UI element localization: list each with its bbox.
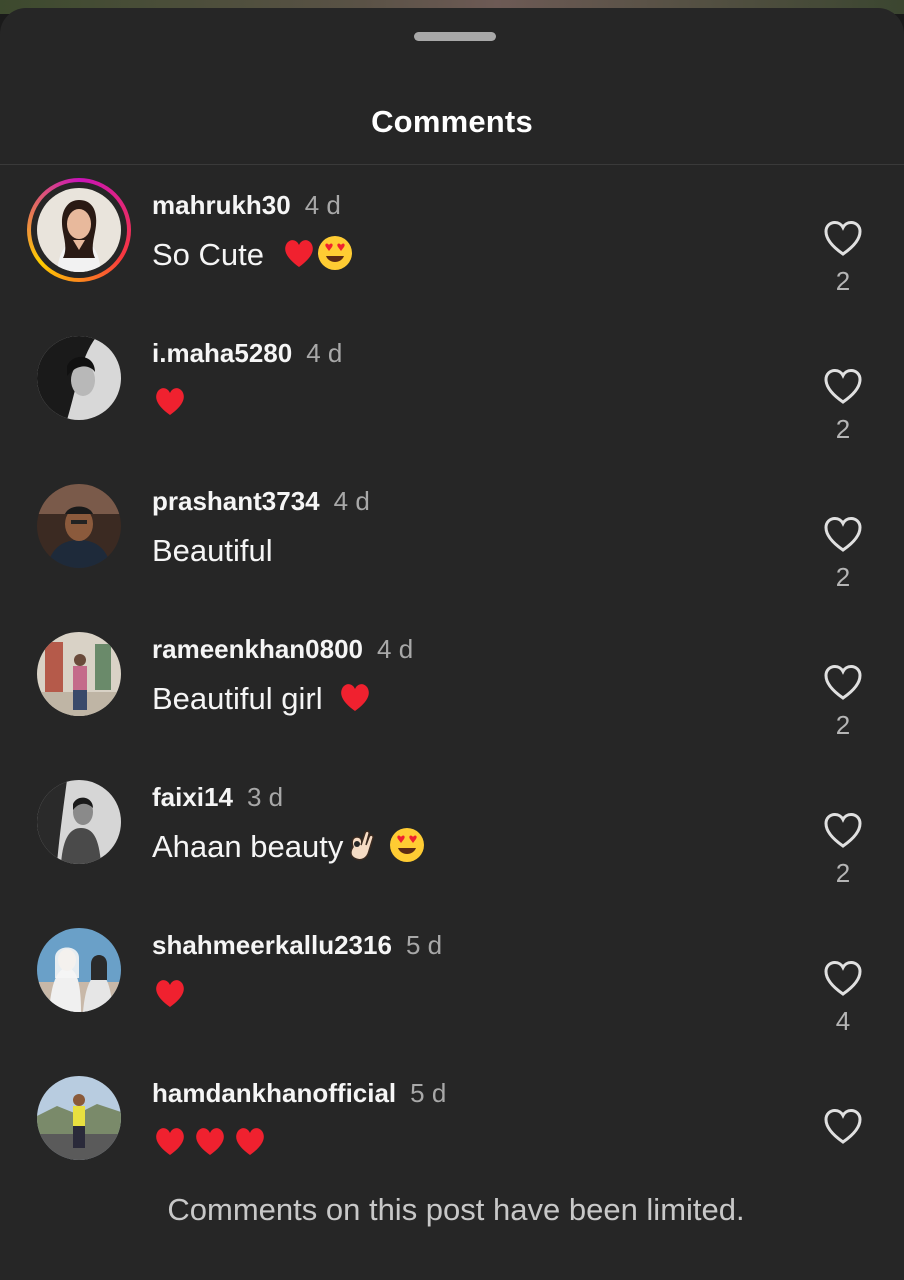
page-title: Comments: [371, 104, 533, 139]
heart-outline-icon[interactable]: [822, 366, 864, 408]
red-heart-emoji: [236, 1128, 264, 1155]
username[interactable]: shahmeerkallu2316: [152, 930, 392, 960]
comment-text: Beautiful girl: [152, 678, 373, 720]
comment-text-content: Beautiful girl: [152, 681, 323, 716]
comment-time: 4 d: [333, 486, 370, 516]
red-heart-emoji: [156, 388, 184, 415]
like-count: 4: [835, 1006, 851, 1036]
comment-time: 4 d: [306, 338, 343, 368]
avatar[interactable]: [37, 1076, 121, 1160]
comment-meta: faixi14 3 d: [152, 780, 283, 814]
comment-item: mahrukh30 4 d So Cute 2: [0, 178, 904, 336]
comment-text: Ahaan beauty: [152, 826, 425, 868]
username[interactable]: i.maha5280: [152, 338, 292, 368]
comment-item: shahmeerkallu2316 5 d 4: [0, 928, 904, 1076]
comment-item: i.maha5280 4 d 2: [0, 336, 904, 484]
comments-sheet: Comments mahrukh30 4 d So Cute 2 i.maha5…: [0, 8, 904, 1280]
red-heart-emoji: [156, 980, 184, 1007]
heart-outline-icon[interactable]: [822, 810, 864, 852]
red-heart-emoji: [284, 240, 313, 267]
comment-text: [152, 1122, 268, 1164]
avatar: [37, 188, 121, 272]
comment-time: 4 d: [304, 190, 341, 220]
comment-time: 4 d: [377, 634, 414, 664]
comment-text-content: Ahaan beauty: [152, 829, 344, 864]
heart-outline-icon[interactable]: [822, 514, 864, 556]
like-count: 2: [835, 414, 851, 444]
comments-limited-notice: Comments on this post have been limited.: [167, 1192, 745, 1227]
like-count: 2: [835, 562, 851, 592]
heart-outline-icon[interactable]: [822, 958, 864, 1000]
heart-outline-icon[interactable]: [822, 1106, 864, 1148]
comment-meta: hamdankhanofficial 5 d: [152, 1076, 446, 1110]
red-heart-emoji: [341, 684, 370, 711]
username[interactable]: prashant3734: [152, 486, 320, 516]
comment-meta: mahrukh30 4 d: [152, 188, 341, 222]
comment-text: [152, 974, 188, 1016]
drag-handle[interactable]: [414, 32, 496, 41]
heart-eyes-emoji: [317, 236, 352, 270]
comment-text-content: So Cute: [152, 237, 265, 272]
username[interactable]: mahrukh30: [152, 190, 291, 220]
avatar[interactable]: [37, 632, 121, 716]
like-count: 2: [835, 710, 851, 740]
comment-text: So Cute: [152, 234, 353, 276]
ok-hand-emoji: [350, 830, 375, 861]
comment-text: [152, 382, 188, 424]
username[interactable]: hamdankhanofficial: [152, 1078, 396, 1108]
like-count: 2: [835, 858, 851, 888]
heart-outline-icon[interactable]: [822, 218, 864, 260]
red-heart-emoji: [156, 1128, 184, 1155]
comment-item: prashant3734 4 d Beautiful 2: [0, 484, 904, 632]
avatar[interactable]: [37, 336, 121, 420]
header-divider: [0, 164, 904, 165]
username[interactable]: rameenkhan0800: [152, 634, 363, 664]
avatar[interactable]: [37, 780, 121, 864]
comment-item: faixi14 3 d Ahaan beauty 2: [0, 780, 904, 928]
story-ring[interactable]: [27, 178, 131, 282]
comment-text: Beautiful: [152, 530, 273, 572]
comment-meta: rameenkhan0800 4 d: [152, 632, 413, 666]
heart-eyes-emoji: [390, 828, 425, 862]
avatar[interactable]: [37, 928, 121, 1012]
avatar[interactable]: [37, 484, 121, 568]
username[interactable]: faixi14: [152, 782, 233, 812]
comment-item: rameenkhan0800 4 d Beautiful girl 2: [0, 632, 904, 780]
heart-outline-icon[interactable]: [822, 662, 864, 704]
comment-time: 3 d: [246, 782, 284, 812]
comment-meta: shahmeerkallu2316 5 d: [152, 928, 442, 962]
comment-meta: prashant3734 4 d: [152, 484, 370, 518]
like-count: 2: [835, 266, 851, 296]
comment-text-content: Beautiful: [152, 533, 273, 568]
comment-time: 5 d: [410, 1078, 447, 1108]
red-heart-emoji: [196, 1128, 224, 1155]
comment-time: 5 d: [405, 930, 443, 960]
comment-meta: i.maha5280 4 d: [152, 336, 342, 370]
